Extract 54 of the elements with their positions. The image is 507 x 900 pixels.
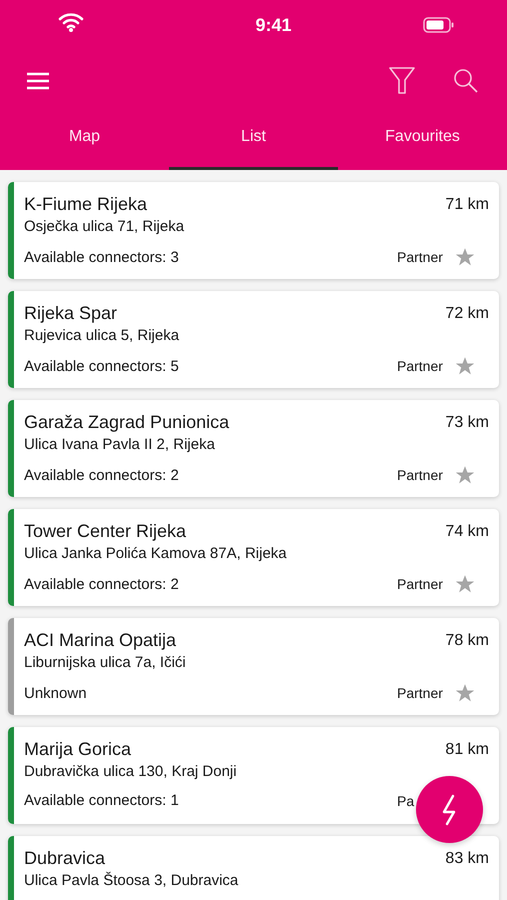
station-card[interactable]: Rijeka Spar 72 km Rujevica ulica 5, Rijeka Available connectors: 5 Partner	[8, 291, 499, 388]
station-card[interactable]: Dubravica 83 km Ulica Pavla Štoosa 3, Dubravica	[8, 836, 499, 900]
search-icon[interactable]	[453, 68, 479, 94]
star-icon[interactable]	[454, 683, 475, 703]
station-name: Garaža Zagrad Punionica	[24, 412, 230, 433]
station-type: Partner	[397, 685, 443, 701]
station-distance: 74 km	[445, 522, 489, 540]
station-type: Partner	[397, 467, 443, 483]
station-distance: 83 km	[445, 850, 489, 868]
connector-status: Available connectors: 3	[24, 248, 179, 266]
station-card[interactable]: ACI Marina Opatija 78 km Liburnijska ulica 7a, Ičići Unknown Partner	[8, 618, 499, 715]
station-address: Ulica Ivana Pavla II 2, Rijeka	[24, 436, 215, 453]
station-name: Dubravica	[24, 848, 106, 869]
station-distance: 81 km	[445, 740, 489, 758]
connector-status: Available connectors: 2	[24, 576, 179, 592]
tab[interactable]: List	[169, 112, 338, 170]
wifi-icon	[58, 12, 84, 32]
star-icon[interactable]	[454, 356, 475, 376]
station-address: Rujevica ulica 5, Rijeka	[24, 327, 180, 344]
station-distance: 72 km	[445, 304, 489, 322]
station-address: Osječka ulica 71, Rijeka	[24, 218, 184, 235]
connector-status: Available connectors: 1	[24, 792, 179, 809]
star-icon[interactable]	[454, 247, 475, 267]
star-icon[interactable]	[454, 574, 475, 594]
station-card[interactable]: Marija Gorica 81 km Dubravička ulica 130, Kraj Donji Available connectors: 1 Pa	[8, 727, 499, 824]
station-address: Dubravička ulica 130, Kraj Donji	[24, 763, 237, 780]
tab[interactable]: Map	[0, 112, 169, 170]
station-card[interactable]: K-Fiume Rijeka 71 km Osječka ulica 71, Rijeka Available connectors: 3 Partner	[8, 182, 499, 279]
station-type: Partner	[397, 576, 443, 592]
connector-status: Unknown	[24, 684, 87, 702]
station-card[interactable]: Garaža Zagrad Punionica 73 km Ulica Ivana Pavla II 2, Rijeka Available connectors: 2 Partner	[8, 400, 499, 497]
station-type: Partner	[397, 249, 443, 265]
station-address: Ulica Janka Polića Kamova 87A, Rijeka	[24, 545, 287, 562]
station-card[interactable]: Tower Center Rijeka 74 km Ulica Janka Polića Kamova 87A, Rijeka Available connectors: 2 Partner	[8, 509, 499, 606]
star-icon[interactable]	[454, 465, 475, 485]
connector-status: Available connectors: 2	[24, 466, 179, 484]
station-distance: 73 km	[445, 414, 489, 432]
menu-icon[interactable]	[26, 72, 50, 90]
station-address: Liburnijska ulica 7a, Ičići	[24, 654, 186, 671]
station-name: ACI Marina Opatija	[24, 630, 176, 651]
station-name: K-Fiume Rijeka	[24, 194, 148, 215]
tab[interactable]: Favourites	[338, 112, 507, 170]
filter-icon[interactable]	[389, 67, 415, 95]
status-time: 9:41	[255, 14, 292, 36]
station-name: Tower Center Rijeka	[24, 521, 186, 542]
station-type: Partner	[397, 358, 443, 374]
connector-status: Available connectors: 5	[24, 358, 179, 374]
station-name: Rijeka Spar	[24, 303, 118, 324]
battery-icon	[423, 17, 455, 33]
station-distance: 78 km	[445, 632, 489, 650]
station-type: Pa	[397, 792, 414, 808]
station-name: Marija Gorica	[24, 739, 132, 760]
station-distance: 71 km	[445, 196, 489, 214]
station-address: Ulica Pavla Štoosa 3, Dubravica	[24, 872, 238, 889]
